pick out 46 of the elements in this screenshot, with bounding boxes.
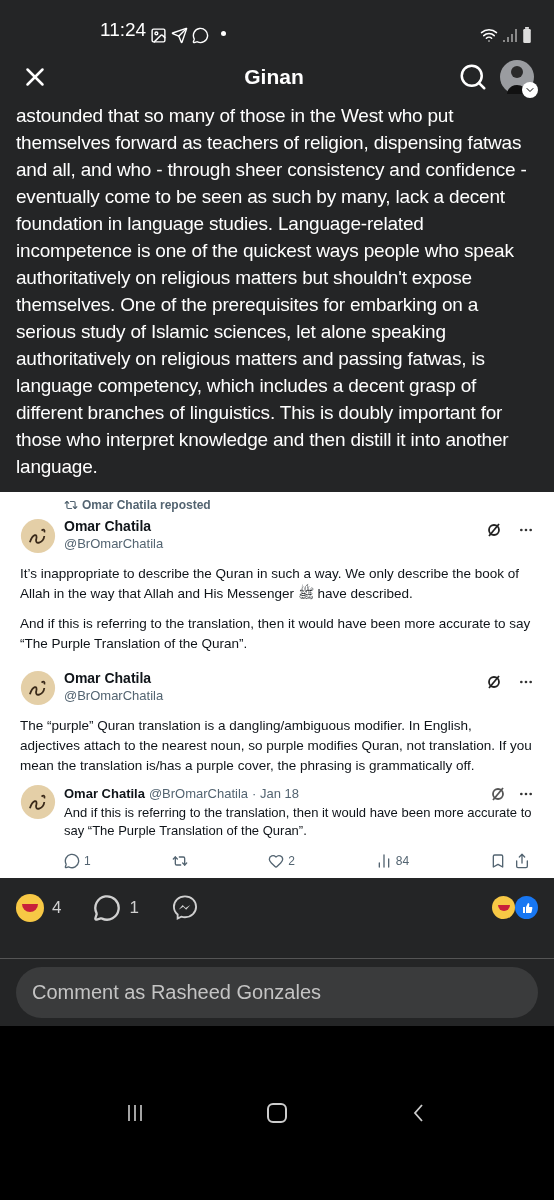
reply-count: 1: [84, 852, 91, 870]
tweet-date: · Jan 18: [252, 785, 300, 803]
messenger-icon[interactable]: [170, 893, 199, 922]
like-count: 2: [288, 852, 295, 870]
battery-icon: [522, 26, 532, 44]
author-name: Omar Chatila: [64, 785, 145, 803]
author-handle: @BrOmarChatila: [64, 687, 165, 704]
page-title: Ginan: [243, 64, 305, 91]
tweet-text: It’s inappropriate to describe the Quran in such a way. We only describe the book of Allah in the way that Allah and His Messenger ﷺ have described.: [20, 565, 521, 603]
views-button[interactable]: 84: [375, 851, 410, 870]
avatar-icon: [20, 784, 56, 820]
wifi-icon: [480, 26, 498, 44]
quoted-text: And if this is referring to the translation, then it would have been more accurate to say “The Purple Translation of the Quran”.: [64, 803, 533, 840]
heart-icon: [268, 852, 285, 869]
repost-icon: [64, 498, 78, 512]
reaction-button[interactable]: 4: [16, 893, 62, 922]
avatar-icon: [20, 670, 56, 706]
avatar-icon: [20, 518, 56, 554]
recent-apps-icon[interactable]: [125, 1102, 145, 1123]
like-button[interactable]: 2: [268, 851, 295, 870]
search-icon[interactable]: [458, 62, 488, 92]
comment-count: 1: [129, 896, 139, 919]
comment-button[interactable]: 1: [93, 893, 139, 922]
author-handle: @BrOmarChatila: [148, 785, 249, 803]
share-icon[interactable]: [514, 852, 530, 869]
comment-field[interactable]: Comment as Rasheed Gonzales: [16, 966, 538, 1018]
laugh-emoji-icon: [492, 896, 515, 919]
reply-icon: [64, 852, 80, 869]
comment-icon: [93, 893, 122, 922]
bookmark-icon[interactable]: [490, 852, 506, 869]
like-emoji-icon: [515, 896, 538, 919]
status-time: 11:24: [100, 17, 147, 42]
author-name: Omar Chatila: [64, 518, 153, 536]
reply-button[interactable]: 1: [64, 851, 91, 870]
home-icon[interactable]: [267, 1102, 287, 1123]
view-count: 84: [395, 852, 410, 870]
image-icon: [150, 27, 168, 44]
author-handle: @BrOmarChatila: [64, 535, 165, 552]
laugh-emoji-icon: [16, 893, 44, 922]
author-name: Omar Chatila: [64, 670, 153, 688]
post-text: astounded that so many of those in the West who put themselves forward as teachers of religion, dispensing fatwas and all, and who - through sheer consistency and confidence - eventually come to be seen as such by many, lack a decent foundation in language studies. Language-related incompetence is one of the quickest ways people who speak authoritatively on religious matters but shouldn't expose themselves. One of the prerequisites for embarking on a serious study of Islamic sciences, let alone speaking authoritatively on religious matters and passing fatwas, is language competency, which includes a decent grasp of different branches of linguistics. This is doubly important for those who interpret knowledge and then distill it into another language.: [15, 104, 528, 479]
reaction-count: 4: [52, 896, 62, 919]
tweet-text: The “purple” Quran translation is a dangling/ambiguous modifier. In English, adjectives attach to the nearest noun, so purple modifies Quran, not translation. If you mean the translation is/has a purple cover, the phrasing is grammatically off.: [20, 717, 533, 775]
repost-label: Omar Chatila reposted: [82, 497, 211, 514]
signal-icon: [502, 27, 518, 43]
tweet-text: And if this is referring to the translation, then it would have been more accurate to say “The Purple Translation of the Quran”.: [20, 615, 532, 653]
